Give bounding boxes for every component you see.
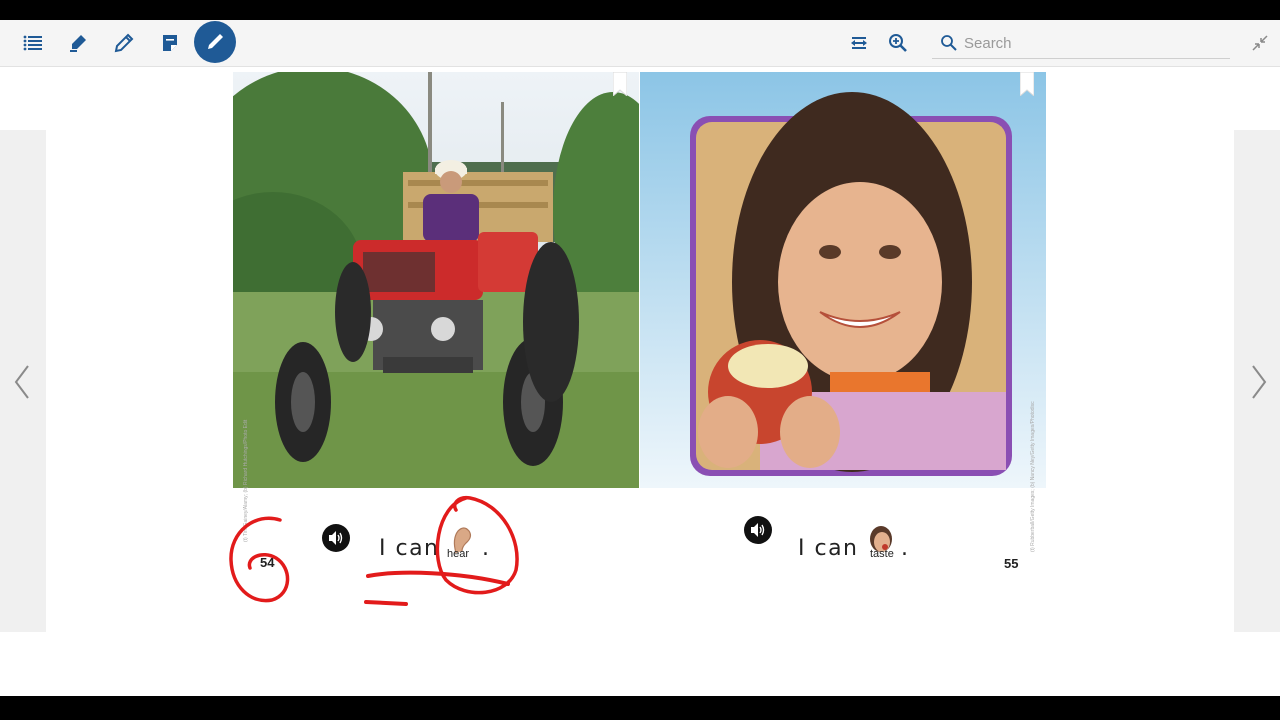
rebus-word-taste: taste <box>870 548 894 560</box>
fit-width-icon <box>851 37 867 49</box>
exit-fullscreen-button[interactable] <box>1240 23 1280 63</box>
pen-icon <box>114 33 134 53</box>
speaker-icon <box>751 523 765 537</box>
bookmark-icon[interactable] <box>1019 71 1035 98</box>
fit-width-button[interactable] <box>839 23 879 63</box>
highlighter-icon <box>70 35 86 52</box>
next-page-button[interactable] <box>1244 360 1274 404</box>
search-box[interactable] <box>932 28 1230 59</box>
draw-icon <box>208 34 223 49</box>
note-icon <box>163 35 177 51</box>
sentence-text: I can . <box>379 525 491 561</box>
rebus-word-hear: hear <box>447 548 470 560</box>
exit-fullscreen-icon <box>1252 35 1268 51</box>
audio-play-button[interactable] <box>744 516 772 544</box>
search-icon <box>941 35 957 51</box>
page-55: (t) Rubberball/Getty Images; (b) Nancy N… <box>640 71 1046 620</box>
note-button[interactable] <box>150 23 190 63</box>
draw-button[interactable] <box>194 21 236 63</box>
audio-play-button[interactable] <box>322 524 350 552</box>
search-input[interactable] <box>962 33 1226 53</box>
photo-credit: (t) Tim Gainey/Alamy; (b) Richard Hutchi… <box>243 419 249 542</box>
zoom-in-button[interactable] <box>878 23 918 63</box>
sentence-prefix: I can <box>379 536 440 561</box>
table-of-contents-button[interactable] <box>13 23 53 63</box>
page-number: 54 <box>260 555 275 570</box>
sentence-suffix: . <box>482 536 491 561</box>
pen-button[interactable] <box>104 23 144 63</box>
chevron-left-icon <box>14 365 29 399</box>
table-of-contents-icon <box>23 35 42 51</box>
girl-photo <box>640 72 1046 488</box>
previous-page-button[interactable] <box>7 360 37 404</box>
sentence-prefix: I can <box>798 536 859 561</box>
page-54: (t) Tim Gainey/Alamy; (b) Richard Hutchi… <box>233 71 639 620</box>
toolbar <box>0 20 1280 67</box>
ebook-reader: (t) Tim Gainey/Alamy; (b) Richard Hutchi… <box>0 20 1280 696</box>
zoom-in-icon <box>889 34 907 52</box>
page-number: 55 <box>1004 556 1019 571</box>
speaker-icon <box>329 531 343 545</box>
sentence-suffix: . <box>901 536 910 561</box>
tractor-photo <box>233 72 639 488</box>
photo-credit: (t) Rubberball/Getty Images; (b) Nancy N… <box>1030 401 1036 552</box>
bookmark-icon[interactable] <box>612 71 628 98</box>
chevron-right-icon <box>1252 365 1267 399</box>
highlighter-button[interactable] <box>58 23 98 63</box>
